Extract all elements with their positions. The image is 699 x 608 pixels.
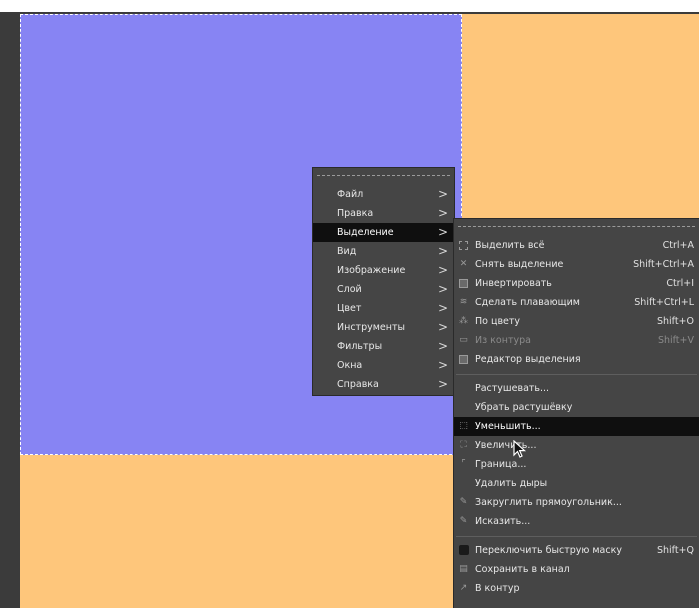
submenu-item-group2-5[interactable]: Удалить дыры (454, 474, 699, 493)
chevron-right-icon: > (437, 225, 448, 239)
submenu-item-label: Из контура (475, 335, 531, 346)
shortcut-label: Ctrl+A (662, 240, 694, 251)
save-channel-icon: ▤ (459, 564, 468, 574)
menu-item-label: Справка (337, 379, 379, 390)
invert-icon (459, 279, 468, 288)
chevron-right-icon: > (437, 263, 448, 277)
menu-item-label: Инструменты (337, 322, 405, 333)
shortcut-label: Shift+O (656, 316, 694, 327)
to-path-icon: ↗ (459, 583, 468, 593)
chevron-right-icon: > (437, 320, 448, 334)
menu-separator (454, 531, 699, 541)
menu-item-label: Окна (337, 360, 363, 371)
menu-item-5[interactable]: Слой > (313, 280, 454, 299)
chevron-right-icon: > (437, 187, 448, 201)
menu-item-3[interactable]: Вид > (313, 242, 454, 261)
by-color-icon: ⁂ (459, 316, 468, 326)
chevron-right-icon: > (437, 339, 448, 353)
shortcut-label: Shift+Ctrl+A (633, 259, 694, 270)
menu-item-label: Выделение (337, 227, 394, 238)
grow-icon: ⛶ (460, 440, 467, 450)
submenu-item-label: Редактор выделения (475, 354, 581, 365)
chevron-right-icon: > (437, 377, 448, 391)
submenu-item-label: Инвертировать (475, 278, 552, 289)
menu-item-label: Цвет (337, 303, 362, 314)
selection-editor-icon (459, 355, 468, 364)
submenu-item-label: Удалить дыры (475, 478, 548, 489)
submenu-item-group2-4[interactable]: ⌜ Граница... (454, 455, 699, 474)
menu-item-7[interactable]: Инструменты > (313, 318, 454, 337)
menu-item-label: Фильтры (337, 341, 383, 352)
chevron-right-icon: > (437, 206, 448, 220)
select-submenu: Выделить всё Ctrl+A ✕ Снять выделение Shift+… (454, 219, 699, 608)
submenu-item-label: По цвету (475, 316, 521, 327)
submenu-item-label: Снять выделение (475, 259, 564, 270)
menu-item-8[interactable]: Фильтры > (313, 337, 454, 356)
shortcut-label: Ctrl+I (666, 278, 694, 289)
menu-item-label: Правка (337, 208, 374, 219)
submenu-item-group1-5[interactable]: ▭ Из контура Shift+V (454, 331, 699, 350)
menu-item-label: Файл (337, 189, 364, 200)
submenu-item-label: Сохранить в канал (475, 564, 570, 575)
submenu-item-label: Закруглить прямоугольник... (475, 497, 622, 508)
chevron-right-icon: > (437, 282, 448, 296)
submenu-item-group2-7[interactable]: ✎ Исказить... (454, 512, 699, 531)
submenu-item-group3-0[interactable]: Переключить быструю маску Shift+Q (454, 541, 699, 560)
menu-item-label: Изображение (337, 265, 406, 276)
chevron-right-icon: > (437, 244, 448, 258)
chevron-right-icon: > (437, 301, 448, 315)
submenu-item-label: Уменьшить... (475, 421, 541, 432)
menu-item-2[interactable]: Выделение > (313, 223, 454, 242)
menu-item-label: Слой (337, 284, 362, 295)
shortcut-label: Shift+Q (656, 545, 694, 556)
submenu-item-group3-2[interactable]: ↗ В контур (454, 579, 699, 598)
submenu-item-label: Увеличить... (475, 440, 537, 451)
quick-mask-icon (459, 545, 469, 555)
submenu-item-label: Переключить быструю маску (475, 545, 622, 556)
submenu-item-group3-1[interactable]: ▤ Сохранить в канал (454, 560, 699, 579)
submenu-item-group2-6[interactable]: ✎ Закруглить прямоугольник... (454, 493, 699, 512)
submenu-item-group1-4[interactable]: ⁂ По цвету Shift+O (454, 312, 699, 331)
submenu-item-group1-6[interactable]: Редактор выделения (454, 350, 699, 369)
submenu-item-label: Убрать растушёвку (475, 402, 573, 413)
submenu-tearoff[interactable] (454, 219, 699, 236)
float-icon: ≋ (459, 297, 468, 307)
menu-item-10[interactable]: Справка > (313, 375, 454, 394)
menu-tearoff[interactable] (313, 168, 454, 185)
shortcut-label: Shift+Ctrl+L (634, 297, 694, 308)
submenu-item-label: Граница... (475, 459, 527, 470)
menu-item-1[interactable]: Правка > (313, 204, 454, 223)
submenu-item-group1-1[interactable]: ✕ Снять выделение Shift+Ctrl+A (454, 255, 699, 274)
menu-item-label: Вид (337, 246, 357, 257)
submenu-item-label: Выделить всё (475, 240, 545, 251)
submenu-item-group2-2[interactable]: ⬚ Уменьшить... (454, 417, 699, 436)
rounded-rect-icon: ✎ (459, 497, 468, 507)
select-all-icon (459, 241, 468, 250)
menu-item-9[interactable]: Окна > (313, 356, 454, 375)
from-path-icon: ▭ (459, 335, 468, 345)
shortcut-label: Shift+V (657, 335, 694, 346)
submenu-item-label: Сделать плавающим (475, 297, 580, 308)
chevron-right-icon: > (437, 358, 448, 372)
select-none-icon: ✕ (459, 259, 468, 269)
distort-icon: ✎ (459, 516, 468, 526)
menu-separator (454, 369, 699, 379)
submenu-item-group2-1[interactable]: Убрать растушёвку (454, 398, 699, 417)
submenu-item-label: Исказить... (475, 516, 531, 527)
submenu-item-group1-0[interactable]: Выделить всё Ctrl+A (454, 236, 699, 255)
submenu-item-group2-3[interactable]: ⛶ Увеличить... (454, 436, 699, 455)
menu-item-4[interactable]: Изображение > (313, 261, 454, 280)
submenu-item-group1-3[interactable]: ≋ Сделать плавающим Shift+Ctrl+L (454, 293, 699, 312)
menu-item-6[interactable]: Цвет > (313, 299, 454, 318)
shrink-icon: ⬚ (459, 421, 468, 431)
image-context-menu: Файл > Правка > Выделение > Вид > Изображение > Сл… (313, 168, 454, 395)
submenu-item-group1-2[interactable]: Инвертировать Ctrl+I (454, 274, 699, 293)
border-icon: ⌜ (461, 459, 466, 469)
menu-item-0[interactable]: Файл > (313, 185, 454, 204)
submenu-item-label: Растушевать... (475, 383, 550, 394)
mouse-cursor-icon (513, 440, 527, 458)
submenu-item-group2-0[interactable]: Растушевать... (454, 379, 699, 398)
submenu-item-label: В контур (475, 583, 520, 594)
